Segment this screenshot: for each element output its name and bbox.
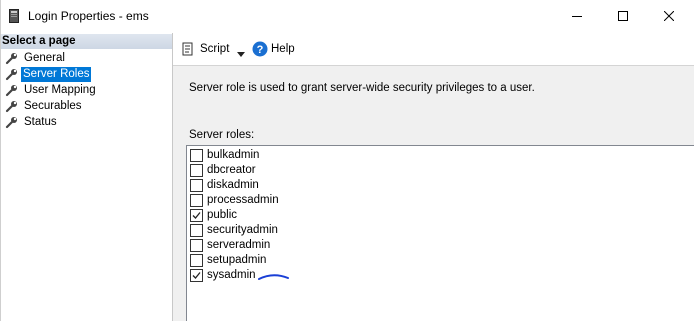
role-checkbox[interactable]	[190, 239, 203, 252]
page-item-label: Status	[24, 116, 57, 128]
role-checkbox[interactable]	[190, 209, 203, 222]
server-roles-list[interactable]: bulkadmin dbcreator diskadmin processadm…	[186, 145, 694, 321]
role-checkbox[interactable]	[190, 224, 203, 237]
role-label: diskadmin	[207, 179, 259, 191]
role-checkbox[interactable]	[190, 179, 203, 192]
close-button[interactable]	[646, 0, 692, 33]
wrench-icon	[5, 84, 18, 97]
role-label: dbcreator	[207, 164, 256, 176]
wrench-icon	[5, 116, 18, 129]
select-page-panel: Select a page General Server Roles User …	[1, 33, 173, 321]
role-label: public	[207, 209, 238, 221]
role-label: processadmin	[207, 194, 279, 206]
role-label: sysadmin	[207, 269, 256, 281]
role-checkbox[interactable]	[190, 254, 203, 267]
role-checkbox[interactable]	[190, 164, 203, 177]
help-icon: ?	[252, 41, 268, 62]
role-checkbox[interactable]	[190, 149, 203, 162]
wrench-icon	[5, 68, 18, 81]
script-icon	[181, 42, 195, 61]
script-label: Script	[200, 43, 230, 55]
role-checkbox[interactable]	[190, 194, 203, 207]
login-properties-window: Login Properties - ems Select a page Gen…	[0, 0, 694, 321]
chevron-down-icon[interactable]	[237, 46, 245, 62]
close-icon	[664, 11, 674, 21]
app-icon	[9, 9, 19, 23]
wrench-icon	[5, 100, 18, 113]
server-roles-page: Server role is used to grant server-wide…	[173, 66, 694, 321]
page-item-label: General	[24, 52, 65, 64]
page-item-label: User Mapping	[24, 84, 96, 96]
maximize-icon	[618, 11, 628, 21]
role-label: bulkadmin	[207, 149, 260, 161]
page-item-label: Server Roles	[21, 67, 92, 82]
role-label: setupadmin	[207, 254, 267, 266]
page-description: Server role is used to grant server-wide…	[189, 82, 535, 94]
script-button[interactable]: Script	[181, 41, 253, 57]
maximize-button[interactable]	[600, 0, 646, 33]
checkmark-icon	[192, 272, 201, 279]
checkmark-icon	[192, 212, 201, 219]
page-item-label: Securables	[24, 100, 82, 112]
select-page-header: Select a page	[1, 34, 172, 49]
minimize-button[interactable]	[554, 0, 600, 33]
annotation-underline	[258, 274, 289, 280]
role-label: securityadmin	[207, 224, 278, 236]
help-label: Help	[271, 43, 295, 55]
svg-text:?: ?	[257, 44, 264, 56]
role-label: serveradmin	[207, 239, 271, 251]
title-bar[interactable]: Login Properties - ems	[1, 0, 694, 33]
role-checkbox[interactable]	[190, 269, 203, 282]
toolbar: Script ? Help	[173, 33, 694, 66]
server-roles-label: Server roles:	[189, 129, 255, 141]
help-button[interactable]: ? Help	[252, 41, 296, 57]
window-title: Login Properties - ems	[28, 9, 149, 23]
wrench-icon	[5, 52, 18, 65]
minimize-icon	[572, 16, 582, 17]
